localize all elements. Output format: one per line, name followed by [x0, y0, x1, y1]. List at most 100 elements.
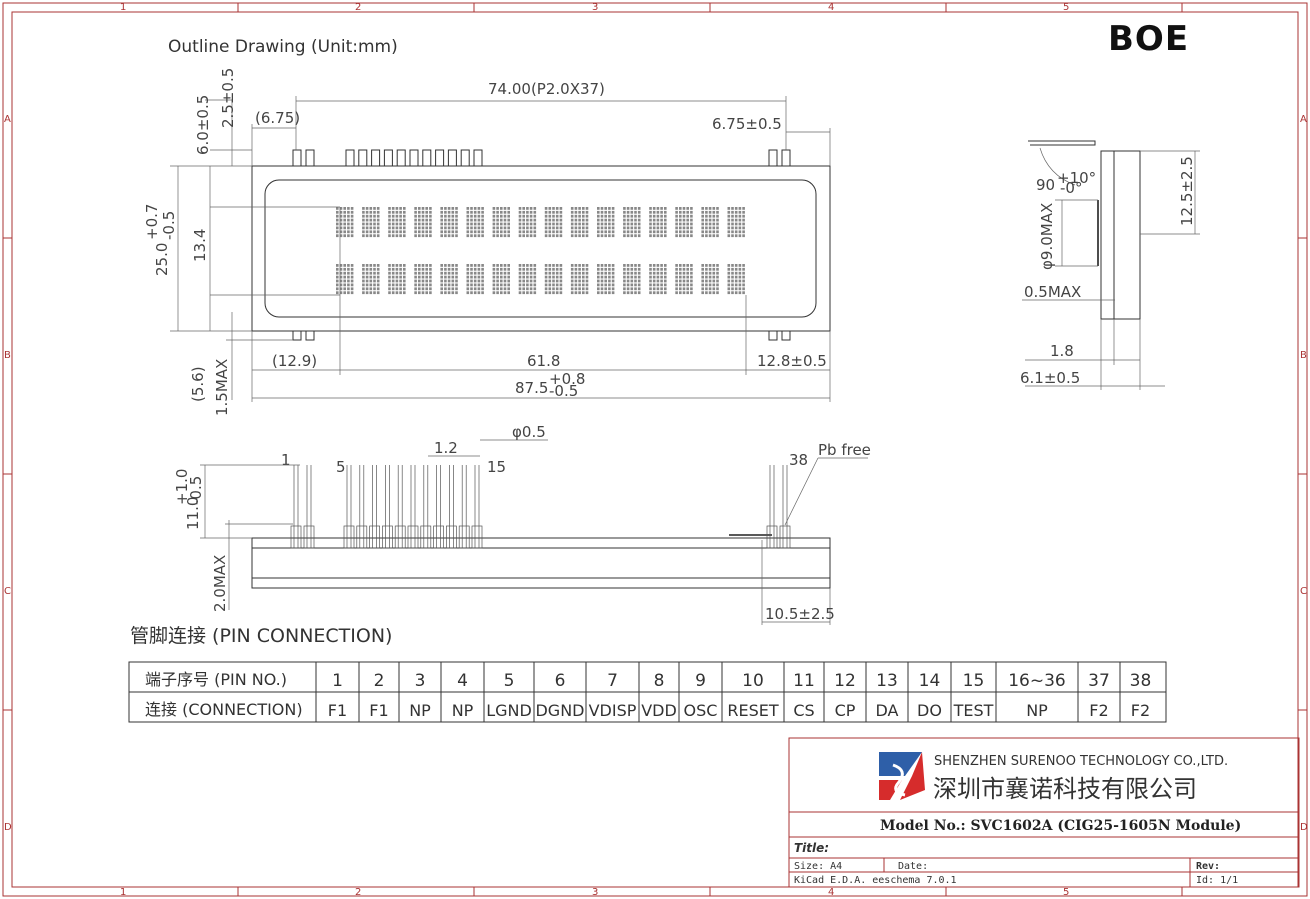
pin-connection-cell: DGND [535, 701, 584, 720]
pin-view: 1 5 15 38 1.2 φ0.5 Pb free 11.0 +1.0 -0.… [173, 423, 871, 625]
pin-connection-cell: TEST [953, 701, 994, 720]
char-cell [518, 207, 537, 238]
col-mark-bottom-1: 1 [120, 887, 126, 898]
pin-connection-cell: CS [793, 701, 814, 720]
char-cell [649, 207, 667, 238]
char-cell [388, 207, 406, 238]
pin-number-cell: 4 [457, 671, 468, 691]
char-cell [701, 207, 719, 238]
pin-number-cell: 12 [834, 671, 856, 691]
col-mark-top-1: 1 [120, 2, 126, 13]
dim-bottom-gap: (5.6) [189, 366, 207, 402]
dim-width-tol-lower: -0.5 [549, 382, 578, 400]
sheet-size: Size: A4 [794, 861, 842, 872]
row-mark-right-A: A [1300, 114, 1307, 125]
pin-number-cell: 37 [1088, 671, 1110, 691]
char-cell [675, 264, 693, 295]
title-label: Title: [794, 841, 829, 855]
dim-height: 25.0 [153, 243, 171, 276]
side-angle: 90 [1036, 176, 1055, 194]
dim-left-pin-offset: (6.75) [255, 109, 300, 127]
side-view: 12.5±2.5 90 +10° -0° φ9.0MAX 0.5MAX 1.8 … [1020, 140, 1200, 390]
col-mark-bottom-2: 2 [355, 887, 361, 898]
pin-connection-cell: VDD [641, 701, 677, 720]
pin-number-cell: 14 [919, 671, 941, 691]
pin-number-cell: 16~36 [1008, 671, 1066, 691]
char-cell [440, 264, 458, 295]
char-cell [623, 207, 641, 238]
sheet-rev: Rev: [1196, 861, 1220, 872]
side-thickness: 0.5MAX [1024, 283, 1081, 301]
row-mark-right-B: B [1300, 350, 1307, 361]
pin-number-cell: 10 [742, 671, 764, 691]
char-cell [414, 264, 432, 295]
char-cell [492, 264, 510, 295]
pin-number-cell: 1 [332, 671, 343, 691]
pin-connection-cell: NP [409, 701, 431, 720]
col-mark-top-3: 3 [592, 2, 598, 13]
dim-pitch: 74.00(P2.0X37) [488, 80, 605, 98]
dim-width: 87.5 [515, 379, 548, 397]
pin-number-cell: 15 [963, 671, 985, 691]
pin-connection-cell: DO [917, 701, 942, 720]
char-cell [492, 207, 510, 238]
char-cell [623, 264, 641, 295]
char-cell [518, 264, 537, 295]
pin-connection-cell: F2 [1089, 701, 1108, 720]
char-cell [727, 264, 745, 295]
col-mark-bottom-3: 3 [592, 887, 598, 898]
pin-table-header-pin-no: 端子序号 (PIN NO.) [145, 670, 287, 689]
char-cell [675, 207, 693, 238]
char-cell [649, 264, 667, 295]
pin-number-cell: 8 [654, 671, 665, 691]
char-cell [440, 207, 458, 238]
pin-number-cell: 11 [793, 671, 815, 691]
pin-label-5: 5 [336, 458, 346, 476]
char-cell [597, 264, 615, 295]
pin-right-dim: 10.5±2.5 [765, 605, 835, 623]
row-mark-left-C: C [4, 586, 11, 597]
side-diameter: φ9.0MAX [1038, 203, 1056, 270]
sheet-id: Id: 1/1 [1196, 875, 1238, 886]
char-cell [544, 264, 563, 295]
col-mark-bottom-5: 5 [1063, 887, 1069, 898]
row-mark-right-C: C [1300, 586, 1307, 597]
dim-pin-top-small: 2.5±0.5 [219, 68, 237, 128]
side-angle-tol-lower: -0° [1060, 179, 1082, 197]
dim-view-width: 61.8 [527, 352, 560, 370]
pin-connection-cell: F2 [1131, 701, 1150, 720]
char-cell [701, 264, 719, 295]
char-cell [727, 207, 745, 238]
row-mark-left-B: B [4, 350, 11, 361]
pin-connection-cell: F1 [369, 701, 388, 720]
dim-right-pin-offset: 6.75±0.5 [712, 115, 782, 133]
pin-number-cell: 5 [504, 671, 515, 691]
pin-connection-cell: LGND [486, 701, 532, 720]
character-cells [336, 207, 745, 295]
pin-number-cell: 13 [876, 671, 898, 691]
char-cell [466, 207, 484, 238]
sheet-tool: KiCad E.D.A. eeschema 7.0.1 [794, 875, 957, 886]
pin-label-15: 15 [487, 458, 506, 476]
pin-connection-cell: CP [835, 701, 856, 720]
drawing-title: Outline Drawing (Unit:mm) [168, 37, 398, 57]
front-view: 74.00(P2.0X37) (6.75) 6.75±0.5 25.0 +0.7… [143, 68, 831, 416]
pin-table: 端子序号 (PIN NO.) 连接 (CONNECTION) 1 F1 2 F1 3 NP… [128, 661, 1167, 723]
char-cell [362, 207, 380, 238]
pin-connection-cell: DA [876, 701, 899, 720]
pin-number-cell: 38 [1130, 671, 1152, 691]
side-dim-1: 1.8 [1050, 342, 1074, 360]
boe-logo: BOE [1108, 19, 1189, 59]
surenoo-logo [879, 752, 925, 800]
pin-connection-cell: VDISP [589, 701, 637, 720]
row-mark-right-D: D [1300, 822, 1308, 833]
pin-connection-cell: NP [452, 701, 474, 720]
company-name-en: SHENZHEN SURENOO TECHNOLOGY CO.,LTD. [934, 754, 1228, 769]
pin-number-cell: 7 [607, 671, 618, 691]
pin-label-38: 38 [789, 451, 808, 469]
char-cell [336, 207, 354, 238]
side-dim-2: 6.1±0.5 [1020, 369, 1080, 387]
pin-connection-cell: RESET [727, 701, 778, 720]
dim-left-view-offset: (12.9) [272, 352, 317, 370]
char-cell [414, 207, 432, 238]
